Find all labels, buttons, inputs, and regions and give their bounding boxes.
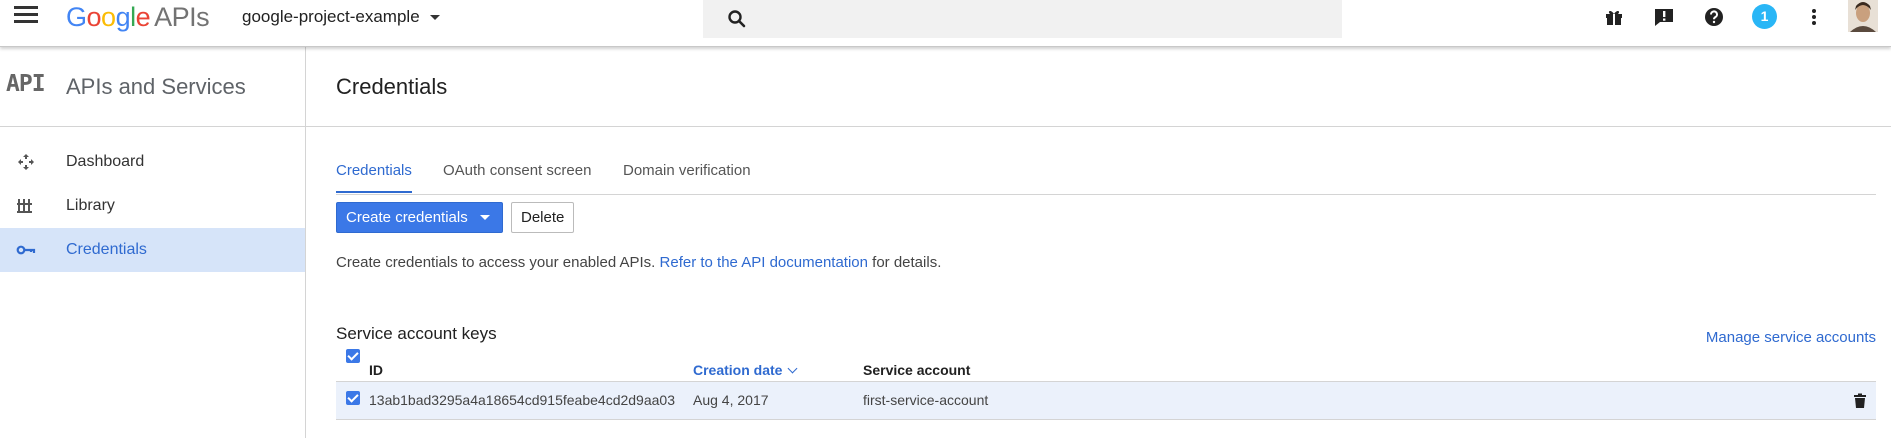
column-header-creation-date[interactable]: Creation date: [693, 362, 798, 378]
dashboard-icon: [18, 154, 34, 170]
top-app-bar: Google APIs google-project-example 1: [0, 0, 1891, 47]
tab-oauth-consent-screen[interactable]: OAuth consent screen: [443, 162, 591, 191]
tab-domain-verification[interactable]: Domain verification: [623, 162, 751, 191]
more-vert-icon[interactable]: [1803, 6, 1825, 28]
api-documentation-link[interactable]: Refer to the API documentation: [660, 254, 868, 271]
notification-badge[interactable]: 1: [1752, 4, 1777, 29]
delete-button[interactable]: Delete: [511, 202, 574, 233]
service-account-keys-table: ID Creation date Service account 13ab1ba…: [336, 349, 1876, 420]
table-header: ID Creation date Service account: [336, 349, 1876, 382]
help-icon[interactable]: [1703, 6, 1725, 28]
create-credentials-button[interactable]: Create credentials: [336, 202, 503, 233]
page-title: Credentials: [336, 74, 448, 99]
manage-service-accounts-link[interactable]: Manage service accounts: [1706, 329, 1876, 346]
key-id: 13ab1bad3295a4a18654cd915feabe4cd2d9aa03: [369, 392, 675, 408]
tab-bar: Credentials OAuth consent screen Domain …: [336, 152, 1876, 195]
main-content: Credentials Credentials OAuth consent sc…: [306, 47, 1891, 438]
column-header-creation-date-label: Creation date: [693, 362, 783, 378]
api-logo: API: [6, 71, 46, 97]
sidebar: API APIs and Services Dashboard Library …: [0, 47, 306, 438]
info-suffix: for details.: [872, 254, 942, 271]
avatar[interactable]: [1848, 0, 1878, 32]
create-credentials-label: Create credentials: [346, 209, 468, 226]
project-selector[interactable]: google-project-example: [242, 7, 440, 27]
section-title: Service account keys: [336, 324, 497, 343]
delete-icon[interactable]: [1853, 393, 1867, 409]
row-checkbox[interactable]: [346, 391, 360, 405]
google-apis-logo[interactable]: Google APIs: [66, 2, 210, 33]
page-header: Credentials: [306, 47, 1891, 127]
search-bar[interactable]: [703, 0, 1342, 38]
sidebar-item-label: Credentials: [66, 241, 147, 258]
delete-label: Delete: [521, 209, 565, 226]
column-header-id: ID: [369, 362, 383, 378]
info-text: Create credentials to access your enable…: [336, 254, 941, 271]
creation-date: Aug 4, 2017: [693, 392, 769, 408]
sidebar-item-dashboard[interactable]: Dashboard: [0, 140, 305, 184]
table-row[interactable]: 13ab1bad3295a4a18654cd915feabe4cd2d9aa03…: [336, 382, 1876, 420]
search-icon: [728, 10, 746, 28]
logo-apis: APIs: [154, 2, 210, 32]
sidebar-header: API APIs and Services: [0, 47, 305, 127]
info-prefix: Create credentials to access your enable…: [336, 254, 656, 271]
sidebar-item-label: Library: [66, 197, 115, 214]
menu-icon[interactable]: [14, 6, 38, 26]
column-header-service-account: Service account: [863, 362, 971, 378]
sidebar-item-credentials[interactable]: Credentials: [0, 228, 305, 272]
sort-desc-icon: [788, 363, 798, 374]
gift-icon[interactable]: [1603, 6, 1625, 28]
project-name: google-project-example: [242, 7, 420, 26]
sidebar-item-library[interactable]: Library: [0, 184, 305, 228]
logo-google: Google: [66, 2, 151, 32]
select-all-checkbox[interactable]: [346, 349, 360, 363]
sidebar-item-label: Dashboard: [66, 153, 145, 170]
service-account: first-service-account: [863, 392, 989, 408]
chevron-down-icon: [429, 15, 440, 21]
key-icon: [16, 245, 36, 255]
chevron-down-icon: [480, 215, 490, 220]
feedback-icon[interactable]: [1653, 6, 1675, 28]
sidebar-title: APIs and Services: [66, 74, 246, 99]
tab-credentials[interactable]: Credentials: [336, 162, 412, 193]
library-icon: [17, 199, 32, 213]
